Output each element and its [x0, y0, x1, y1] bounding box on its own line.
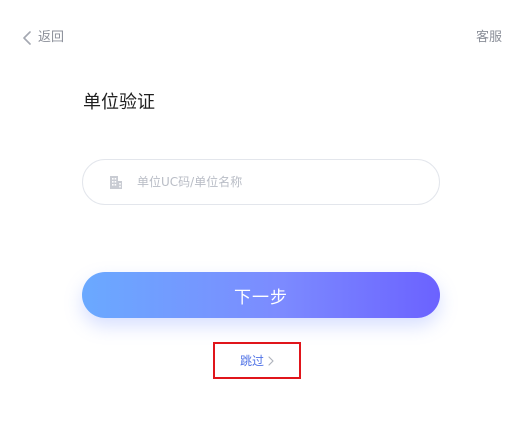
chevron-left-icon [22, 31, 32, 45]
unit-verification-page: 返回 客服 单位验证 下一步 跳过 [0, 0, 521, 432]
building-icon [108, 174, 124, 190]
next-step-button[interactable]: 下一步 [82, 272, 440, 318]
back-label: 返回 [38, 30, 65, 45]
page-title: 单位验证 [83, 92, 155, 113]
skip-label: 跳过 [239, 353, 264, 368]
unit-search-field[interactable] [82, 159, 440, 205]
unit-search-input[interactable] [137, 175, 397, 189]
customer-service-link[interactable]: 客服 [476, 29, 502, 47]
skip-link[interactable]: 跳过 [240, 353, 274, 369]
skip-highlight-box: 跳过 [213, 342, 301, 379]
back-button[interactable]: 返回 [22, 29, 64, 47]
chevron-right-icon [264, 355, 274, 366]
